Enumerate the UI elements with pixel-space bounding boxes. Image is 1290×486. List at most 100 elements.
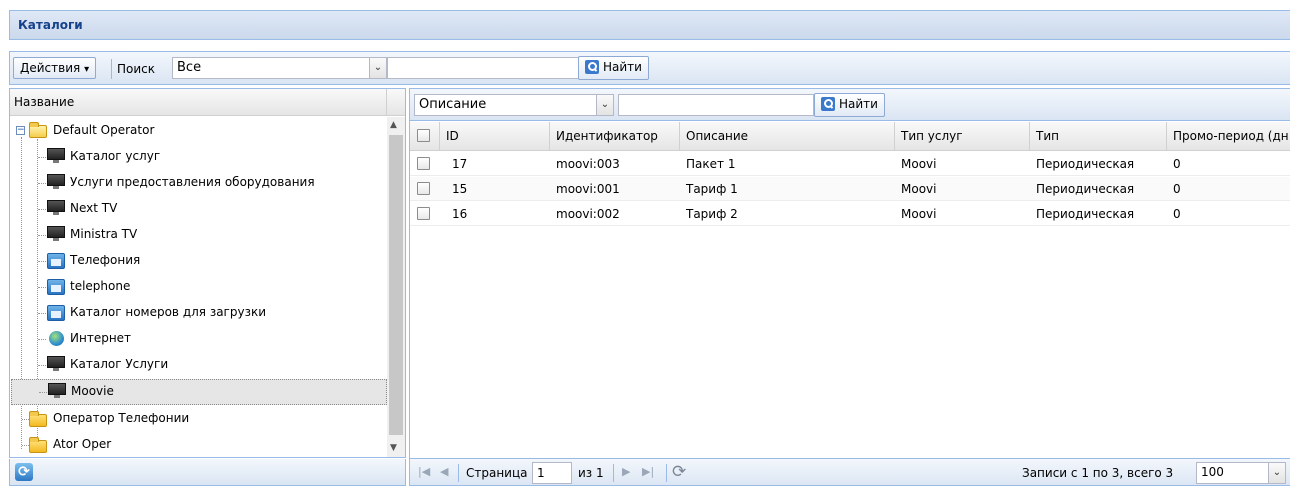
cell-type: Периодическая [1036,207,1135,221]
folder-icon [29,437,47,453]
cell-identifier: moovi:001 [556,182,620,196]
tree-node-telephone[interactable]: telephone [10,274,386,300]
select-all-column [410,122,440,151]
pager-separator [458,464,459,482]
refresh-icon[interactable]: ⟳ [15,463,33,481]
tree-line [38,365,46,366]
grid-find-button[interactable]: Найти [814,93,885,117]
column-header-type[interactable]: Тип [1030,122,1167,151]
next-page-icon[interactable]: ▶ [622,465,630,478]
search-input[interactable] [387,57,579,79]
catalogs-window: Каталоги Действия ▾ Поиск Все ⌄ Найти На… [0,0,1290,486]
tree-node-ministra-tv[interactable]: Ministra TV [10,222,386,248]
find-button-label: Найти [603,60,642,74]
tree-node-label: Ministra TV [70,227,138,241]
services-grid-panel: Описание ⌄ Найти ID Идентификатор Описан… [409,88,1290,486]
pagination-toolbar: |◀ ◀ Страница 1 из 1 ▶ ▶| ⟳ Записи с 1 п… [410,458,1290,485]
column-header-description[interactable]: Описание [680,122,895,151]
cell-description: Тариф 2 [686,207,738,221]
row-checkbox[interactable] [417,207,430,220]
tree-node-next-tv[interactable]: Next TV [10,196,386,222]
select-all-checkbox[interactable] [417,129,430,142]
tree-node-equipment-services[interactable]: Услуги предоставления оборудования [10,170,386,196]
tree-node-label: Moovie [71,384,114,398]
page-number-input[interactable]: 1 [532,462,572,484]
tree-node-label: Каталог услуг [70,149,161,163]
first-page-icon[interactable]: |◀ [418,465,430,478]
search-scope-select[interactable]: Все ⌄ [172,57,387,79]
column-header-promo-period[interactable]: Промо-период (дн [1167,122,1290,151]
scroll-up-icon[interactable]: ▲ [390,120,397,130]
pager-separator [666,464,667,482]
cell-promo-period: 0 [1173,207,1181,221]
row-checkbox[interactable] [417,157,430,170]
actions-menu-button[interactable]: Действия ▾ [13,57,97,79]
tree-node-label: Оператор Телефонии [53,411,190,425]
chevron-down-icon[interactable]: ⌄ [369,58,386,78]
grid-filter-toolbar: Описание ⌄ Найти [410,89,1290,121]
cell-type: Периодическая [1036,157,1135,171]
tree-node-label: Услуги предоставления оборудования [70,175,315,189]
tree-footer-toolbar: ⟳ [9,459,406,486]
tree-node-services-catalog[interactable]: Каталог Услуги [10,352,386,378]
table-row[interactable]: 17 moovi:003 Пакет 1 Moovi Периодическая… [410,152,1290,176]
tv-icon [47,200,65,216]
tree-node-telephony-operator[interactable]: Оператор Телефонии [10,406,386,432]
cell-promo-period: 0 [1173,157,1181,171]
tree-node-moovie[interactable]: Moovie [11,379,387,405]
tree-line [38,209,46,210]
tree-line [38,235,46,236]
catalog-tree-panel: Название − Default Operator Каталог услу… [9,88,406,458]
collapse-icon[interactable]: − [16,126,25,135]
tree-node-default-operator[interactable]: − Default Operator [10,118,386,144]
tv-icon [47,148,65,164]
filter-input[interactable] [618,94,814,116]
tree-line [22,445,29,446]
tree-column-header[interactable]: Название [10,89,386,116]
tree-line [38,157,46,158]
tree-node-service-catalog[interactable]: Каталог услуг [10,144,386,170]
last-page-icon[interactable]: ▶| [642,465,654,478]
tree-line [38,339,46,340]
search-icon [821,97,835,111]
chevron-down-icon[interactable]: ⌄ [596,95,613,115]
refresh-icon[interactable]: ⟳ [672,462,686,482]
tv-icon [47,356,65,372]
chevron-down-icon[interactable]: ⌄ [1268,463,1285,483]
tree-node-label: Каталог Услуги [70,357,169,371]
cell-service-type: Moovi [901,207,937,221]
prev-page-icon[interactable]: ◀ [440,465,448,478]
tree-node-internet[interactable]: Интернет [10,326,386,352]
grid-header-row: ID Идентификатор Описание Тип услуг Тип … [410,122,1290,151]
tree-line [22,419,29,420]
column-header-id[interactable]: ID [440,122,550,151]
cell-type: Периодическая [1036,182,1135,196]
tree-node-label: Телефония [70,253,141,267]
table-row[interactable]: 16 moovi:002 Тариф 2 Moovi Периодическая… [410,202,1290,226]
row-checkbox[interactable] [417,182,430,195]
panel-title: Каталоги [9,10,1290,40]
cell-id: 15 [452,182,468,196]
page-label: Страница [466,466,528,480]
tree-node-telephony[interactable]: Телефония [10,248,386,274]
tree-node-label: Next TV [70,201,118,215]
tree-line [38,183,46,184]
tree-node-label: telephone [70,279,131,293]
main-toolbar: Действия ▾ Поиск Все ⌄ Найти [9,51,1290,85]
column-header-service-type[interactable]: Тип услуг [895,122,1030,151]
scroll-thumb[interactable] [389,135,403,435]
phone-icon [47,279,65,295]
tree-node-number-catalog[interactable]: Каталог номеров для загрузки [10,300,386,326]
phone-icon [47,305,65,321]
find-button-label: Найти [839,97,878,111]
tree-scrollbar[interactable]: ▲ ▼ [387,117,405,457]
tree-node-ator-oper[interactable]: Ator Oper [10,432,386,457]
tree-node-label: Ator Oper [53,437,112,451]
filter-field-select[interactable]: Описание ⌄ [414,94,614,116]
page-size-select[interactable]: 100 ⌄ [1196,462,1286,484]
column-header-identifier[interactable]: Идентификатор [550,122,680,151]
scroll-down-icon[interactable]: ▼ [390,443,397,453]
find-button[interactable]: Найти [578,56,649,80]
table-row[interactable]: 15 moovi:001 Тариф 1 Moovi Периодическая… [410,177,1290,201]
cell-id: 17 [452,157,468,171]
